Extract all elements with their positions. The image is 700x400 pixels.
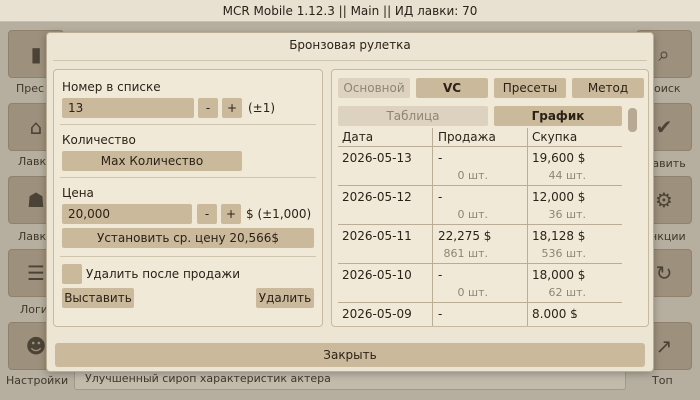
divider [60,177,316,178]
column-header-sell: Продажа [438,130,496,144]
table-body[interactable]: 2026-05-13 - 0 шт. 19,600 $ 44 шт. 2026-… [338,146,622,318]
subtab-table[interactable]: Таблица [338,106,488,126]
cell-sell-quantity: 861 шт. [443,247,488,260]
price-label: Цена [62,186,94,200]
price-step: $ (±1,000) [246,207,312,221]
list-number-increment-button[interactable]: + [222,98,242,118]
list-number-label: Номер в списке [62,80,161,94]
close-button[interactable]: Закрыть [55,343,645,367]
cell-sell-quantity: 0 шт. [457,286,488,299]
cell-buy-quantity: 536 шт. [541,247,586,260]
history-panel: Основной VC Пресеты Метод Таблица График… [331,69,649,327]
table-row: 2026-05-12 - 0 шт. 12,000 $ 36 шт. [338,186,622,225]
item-dialog: Бронзовая рулетка Номер в списке 13 - + … [46,32,654,372]
delete-after-sale-checkbox[interactable] [62,264,82,284]
window-title: MCR Mobile 1.12.3 || Main || ИД лавки: 7… [0,0,700,22]
cell-date: 2026-05-13 [342,151,412,165]
column-header-date: Дата [342,130,374,144]
scrollbar-thumb[interactable] [628,108,637,132]
cell-buy-price: 18,000 $ [532,268,586,282]
table-row: 2026-05-09 - 8,000 $ [338,303,622,318]
table-row: 2026-05-11 22,275 $ 861 шт. 18,128 $ 536… [338,225,622,264]
tab-main[interactable]: Основной [338,78,410,98]
column-header-buy: Скупка [532,130,578,144]
divider [60,124,316,125]
cell-sell-price: - [438,307,443,318]
cell-buy-price: 8,000 $ [532,307,578,318]
divider [60,256,316,257]
list-number-step: (±1) [248,101,276,115]
delete-button[interactable]: Удалить [256,288,314,308]
cell-buy-quantity: 44 шт. [548,169,586,182]
list-number-input[interactable]: 13 [62,98,194,118]
place-button[interactable]: Выставить [62,288,134,308]
cell-sell-price: - [438,151,443,165]
tab-vc[interactable]: VC [416,78,488,98]
cell-sell-price: - [438,190,443,204]
cell-sell-price: 22,275 $ [438,229,492,243]
cell-buy-price: 19,600 $ [532,151,586,165]
tab-presets[interactable]: Пресеты [494,78,566,98]
cell-buy-quantity: 36 шт. [548,208,586,221]
cell-date: 2026-05-11 [342,229,412,243]
price-increment-button[interactable]: + [221,204,241,224]
cell-buy-price: 18,128 $ [532,229,586,243]
settings-panel: Номер в списке 13 - + (±1) Количество Ma… [53,69,323,327]
cell-buy-price: 12,000 $ [532,190,586,204]
cell-sell-quantity: 0 шт. [457,208,488,221]
table-row: 2026-05-10 - 0 шт. 18,000 $ 62 шт. [338,264,622,303]
quantity-label: Количество [62,133,136,147]
dialog-title: Бронзовая рулетка [289,38,411,52]
dialog-divider [53,60,647,61]
set-average-price-button[interactable]: Установить ср. цену 20,566$ [62,228,314,248]
max-quantity-button[interactable]: Max Количество [62,151,242,171]
list-number-decrement-button[interactable]: - [198,98,218,118]
delete-after-sale-label: Удалить после продажи [86,267,241,281]
table-row: 2026-05-13 - 0 шт. 19,600 $ 44 шт. [338,147,622,186]
price-input[interactable]: 20,000 [62,204,192,224]
cell-date: 2026-05-12 [342,190,412,204]
price-decrement-button[interactable]: - [197,204,217,224]
cell-date: 2026-05-09 [342,307,412,318]
cell-date: 2026-05-10 [342,268,412,282]
cell-sell-quantity: 0 шт. [457,169,488,182]
cell-sell-price: - [438,268,443,282]
tab-method[interactable]: Метод [572,78,644,98]
subtab-chart[interactable]: График [494,106,622,126]
cell-buy-quantity: 62 шт. [548,286,586,299]
